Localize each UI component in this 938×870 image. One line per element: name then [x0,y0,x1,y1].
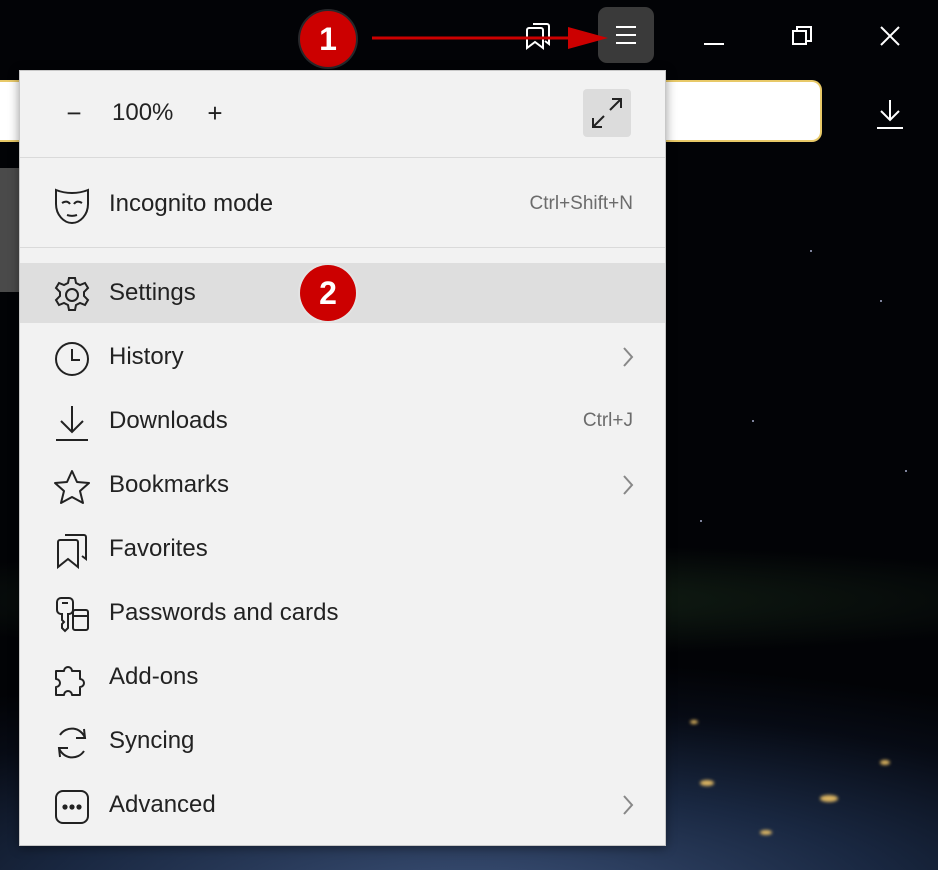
menu-item-label: History [109,343,184,370]
shortcut-label: Ctrl+Shift+N [529,193,633,214]
menu-item-bookmarks[interactable]: Bookmarks [20,455,665,515]
menu-item-label: Syncing [109,727,195,754]
callout-arrow [372,27,608,49]
zoom-level: 100% [112,99,174,126]
star [700,520,702,522]
menu-item-downloads[interactable]: Downloads Ctrl+J [20,391,665,451]
city-light [700,780,714,786]
star [752,420,754,422]
star-icon [52,467,92,507]
city-light [760,830,772,835]
minimize-button[interactable] [694,16,734,56]
menu-item-advanced[interactable]: Advanced [20,775,665,835]
step-badge-2: 2 [300,265,356,321]
chevron-right-icon [619,342,637,372]
city-light [820,795,838,802]
zoom-out-button[interactable]: − [64,95,84,131]
close-icon [880,26,900,46]
favorites-icon [52,531,92,571]
menu-item-label: Advanced [109,791,216,818]
chevron-right-icon [619,790,637,820]
hamburger-icon [616,26,636,44]
city-light [690,720,698,724]
download-icon [877,100,903,129]
zoom-row: − 100% + [20,71,665,157]
menu-item-label: Settings [109,279,196,306]
menu-item-favorites[interactable]: Favorites [20,519,665,579]
menu-item-label: Incognito mode [109,190,274,217]
restore-button[interactable] [782,16,822,56]
star [905,470,907,472]
restore-icon [792,26,812,45]
tab-strip-edge [0,168,20,292]
menu-item-incognito[interactable]: Incognito mode Ctrl+Shift+N [20,174,665,234]
menu-item-label: Downloads [109,407,228,434]
star [810,250,812,252]
step-badge-1: 1 [300,11,356,67]
minimize-icon [704,43,724,45]
key-card-icon [52,595,92,635]
clock-icon [52,339,92,379]
close-button[interactable] [870,16,910,56]
fullscreen-button[interactable] [583,89,631,137]
more-icon [52,787,92,827]
gear-icon [52,275,92,315]
menu-item-history[interactable]: History [20,327,665,387]
menu-item-syncing[interactable]: Syncing [20,711,665,771]
menu-divider [20,247,665,248]
menu-item-label: Passwords and cards [109,599,339,626]
zoom-in-button[interactable]: + [204,95,226,131]
download-icon [52,403,92,443]
star [880,300,882,302]
menu-item-addons[interactable]: Add-ons [20,647,665,707]
menu-item-label: Add-ons [109,663,199,690]
menu-item-label: Bookmarks [109,471,230,498]
menu-divider [20,157,665,158]
sync-icon [52,723,92,763]
chevron-right-icon [619,470,637,500]
shortcut-label: Ctrl+J [582,410,633,431]
main-menu: − 100% + Incognito mode Ctrl+Shift+N Set… [19,70,666,846]
city-light [880,760,890,765]
mask-icon [52,186,92,226]
menu-item-label: Favorites [109,535,208,562]
menu-item-passwords[interactable]: Passwords and cards [20,583,665,643]
downloads-button[interactable] [868,92,912,136]
fullscreen-icon [592,98,622,128]
puzzle-icon [52,659,92,699]
address-bar[interactable] [640,80,822,142]
